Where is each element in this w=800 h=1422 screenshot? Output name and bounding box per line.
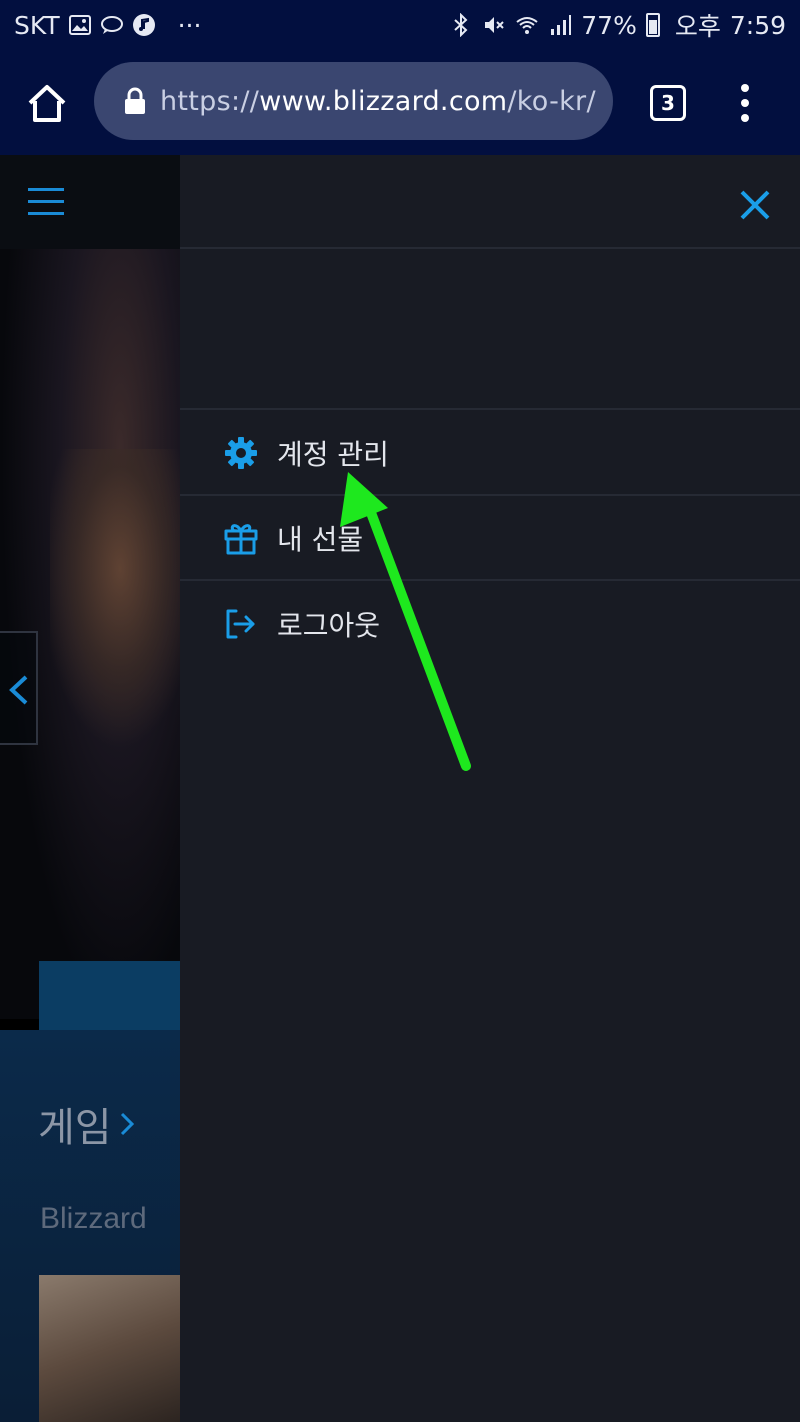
battery-percent: 77% <box>581 10 637 40</box>
menu-item-label: 로그아웃 <box>277 608 381 642</box>
browser-toolbar: https://www.blizzard.com/ko-kr/ 3 <box>0 50 800 155</box>
ampm-label: 오후 <box>674 12 721 41</box>
hero-artwork <box>50 449 180 749</box>
carrier-label: SKT <box>14 10 60 40</box>
url-scheme: https:// <box>160 85 260 117</box>
tab-switcher-button[interactable]: 3 <box>650 85 686 121</box>
url-host: www.blizzard.com <box>259 85 508 117</box>
game-card[interactable] <box>39 1275 180 1422</box>
status-left: SKT ··· <box>14 11 201 40</box>
logout-icon <box>226 609 255 638</box>
gift-icon <box>224 523 258 554</box>
lock-icon <box>125 87 145 114</box>
more-notifications: ··· <box>177 10 202 40</box>
gallery-icon <box>68 15 91 35</box>
home-icon[interactable] <box>26 82 68 124</box>
tab-count: 3 <box>661 91 675 115</box>
status-right: 77% 오후 7:59 <box>449 7 786 43</box>
underlying-page: 게임 Blizzard <box>0 155 180 1422</box>
mute-icon <box>485 17 504 33</box>
menu-item-my-gifts[interactable]: 내 선물 <box>180 496 800 581</box>
signal-icon <box>551 15 572 35</box>
menu-item-account-settings[interactable]: 계정 관리 <box>180 411 800 496</box>
games-section: 게임 Blizzard <box>0 1030 180 1422</box>
overflow-menu-icon[interactable] <box>735 82 755 124</box>
games-heading[interactable]: 게임 <box>38 1095 136 1153</box>
clock: 7:59 <box>729 10 786 40</box>
close-icon[interactable] <box>738 188 772 222</box>
music-icon <box>132 14 155 36</box>
message-icon <box>100 16 123 34</box>
url-path: /ko-kr/ <box>507 85 596 117</box>
side-drawer: 계정 관리 내 선물 로그아웃 <box>180 155 800 1422</box>
chevron-right-icon <box>120 1112 134 1136</box>
games-title: 게임 <box>38 1105 112 1151</box>
wifi-icon <box>516 17 538 34</box>
url-text: https://www.blizzard.com/ko-kr/ <box>160 86 596 117</box>
hero-banner <box>0 249 180 1114</box>
address-bar[interactable]: https://www.blizzard.com/ko-kr/ <box>94 62 613 140</box>
gear-icon <box>225 436 257 469</box>
menu-item-label: 계정 관리 <box>277 437 389 471</box>
carousel-prev-button[interactable] <box>0 631 38 745</box>
battery-icon <box>645 13 660 37</box>
status-bar: SKT ··· 77% 오후 7:59 <box>0 0 800 50</box>
menu-item-label: 내 선물 <box>277 522 364 556</box>
chevron-left-icon <box>9 675 28 705</box>
games-subtitle: Blizzard <box>40 1202 147 1235</box>
site-header <box>0 155 180 249</box>
drawer-account-area <box>180 249 800 410</box>
menu-item-logout[interactable]: 로그아웃 <box>180 581 800 666</box>
hamburger-icon[interactable] <box>28 186 64 218</box>
drawer-header <box>180 155 800 249</box>
drawer-menu: 계정 관리 내 선물 로그아웃 <box>180 411 800 666</box>
bluetooth-icon <box>454 13 468 37</box>
